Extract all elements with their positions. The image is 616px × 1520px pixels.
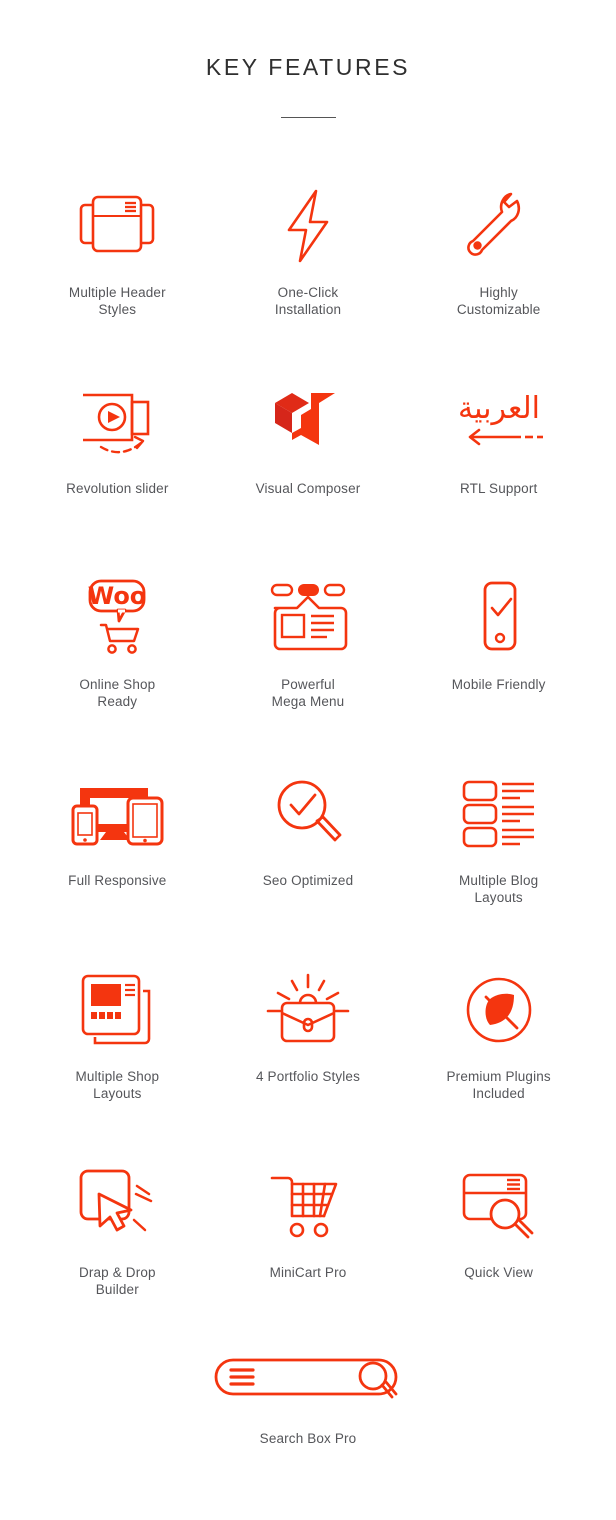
blog-list-icon <box>462 768 536 860</box>
feature-label: Search Box Pro <box>259 1430 357 1446</box>
feature-label: Premium Plugins Included <box>446 1068 551 1101</box>
responsive-devices-icon <box>70 768 164 860</box>
feature-label: Online Shop Ready <box>79 676 156 709</box>
feature-full-responsive[interactable]: Full Responsive <box>22 750 213 946</box>
magnifier-check-icon <box>271 768 345 860</box>
feature-label: Mobile Friendly <box>451 676 546 692</box>
shopping-cart-grid-icon <box>270 1160 346 1252</box>
feature-label: Drap & Drop Builder <box>78 1264 156 1297</box>
layout-stack-icon <box>76 180 158 272</box>
feature-multiple-shop-layouts[interactable]: Multiple Shop Layouts <box>22 946 213 1142</box>
feature-label: Powerful Mega Menu <box>271 676 345 709</box>
feature-label: 4 Portfolio Styles <box>255 1068 360 1084</box>
feature-multiple-header-styles[interactable]: Multiple Header Styles <box>22 162 213 358</box>
search-bar-icon <box>213 1344 403 1416</box>
woocommerce-cart-icon: Woo <box>78 572 156 664</box>
feature-label: Full Responsive <box>68 872 167 888</box>
shop-pages-icon <box>79 964 155 1056</box>
feature-one-click-installation[interactable]: One-Click Installation <box>213 162 404 358</box>
features-grid: Multiple Header Styles One-Click Installat… <box>0 162 616 1338</box>
feature-premium-plugins[interactable]: Premium Plugins Included <box>403 946 594 1142</box>
mega-menu-icon <box>269 572 348 664</box>
slider-play-icon <box>75 376 159 468</box>
svg-text:Woo: Woo <box>88 582 147 610</box>
feature-visual-composer[interactable]: Visual Composer <box>213 358 404 554</box>
plug-circle-icon <box>462 964 536 1056</box>
feature-label: MiniCart Pro <box>269 1264 347 1280</box>
feature-label: Multiple Shop Layouts <box>75 1068 160 1101</box>
feature-mobile-friendly[interactable]: Mobile Friendly <box>403 554 594 750</box>
title-divider <box>280 116 336 118</box>
arabic-word: العربية <box>458 391 540 426</box>
feature-minicart-pro[interactable]: MiniCart Pro <box>213 1142 404 1338</box>
feature-drag-drop-builder[interactable]: Drap & Drop Builder <box>22 1142 213 1338</box>
lightning-bolt-icon <box>279 180 337 272</box>
feature-label: Visual Composer <box>255 480 361 496</box>
feature-label: RTL Support <box>459 480 538 496</box>
briefcase-shine-icon <box>264 964 352 1056</box>
cursor-box-icon <box>75 1160 159 1252</box>
feature-label: One-Click Installation <box>274 284 342 317</box>
features-page: KEY FEATURES Multiple Header Styles One-… <box>0 0 616 1520</box>
feature-4-portfolio-styles[interactable]: 4 Portfolio Styles <box>213 946 404 1142</box>
feature-multiple-blog-layouts[interactable]: Multiple Blog Layouts <box>403 750 594 946</box>
feature-online-shop-ready[interactable]: Woo Online Shop Ready <box>22 554 213 750</box>
feature-label: Multiple Blog Layouts <box>459 872 539 905</box>
feature-search-box-pro[interactable]: Search Box Pro <box>0 1344 616 1447</box>
feature-seo-optimized[interactable]: Seo Optimized <box>213 750 404 946</box>
feature-label: Seo Optimized <box>262 872 354 888</box>
feature-rtl-support[interactable]: العربية RTL Support <box>403 358 594 554</box>
arabic-rtl-arrow-icon: العربية <box>451 376 547 468</box>
mobile-check-icon <box>473 572 525 664</box>
feature-revolution-slider[interactable]: Revolution slider <box>22 358 213 554</box>
page-title: KEY FEATURES <box>205 54 411 80</box>
visual-composer-logo-icon <box>273 376 343 468</box>
feature-label: Quick View <box>464 1264 534 1280</box>
feature-highly-customizable[interactable]: Highly Customizable <box>403 162 594 358</box>
card-magnifier-icon <box>460 1160 538 1252</box>
feature-powerful-mega-menu[interactable]: Powerful Mega Menu <box>213 554 404 750</box>
feature-label: Revolution slider <box>66 480 169 496</box>
feature-label: Highly Customizable <box>456 284 541 317</box>
page-header: KEY FEATURES <box>0 0 616 118</box>
feature-label: Multiple Header Styles <box>68 284 166 317</box>
feature-quick-view[interactable]: Quick View <box>403 1142 594 1338</box>
wrench-icon <box>463 180 535 272</box>
